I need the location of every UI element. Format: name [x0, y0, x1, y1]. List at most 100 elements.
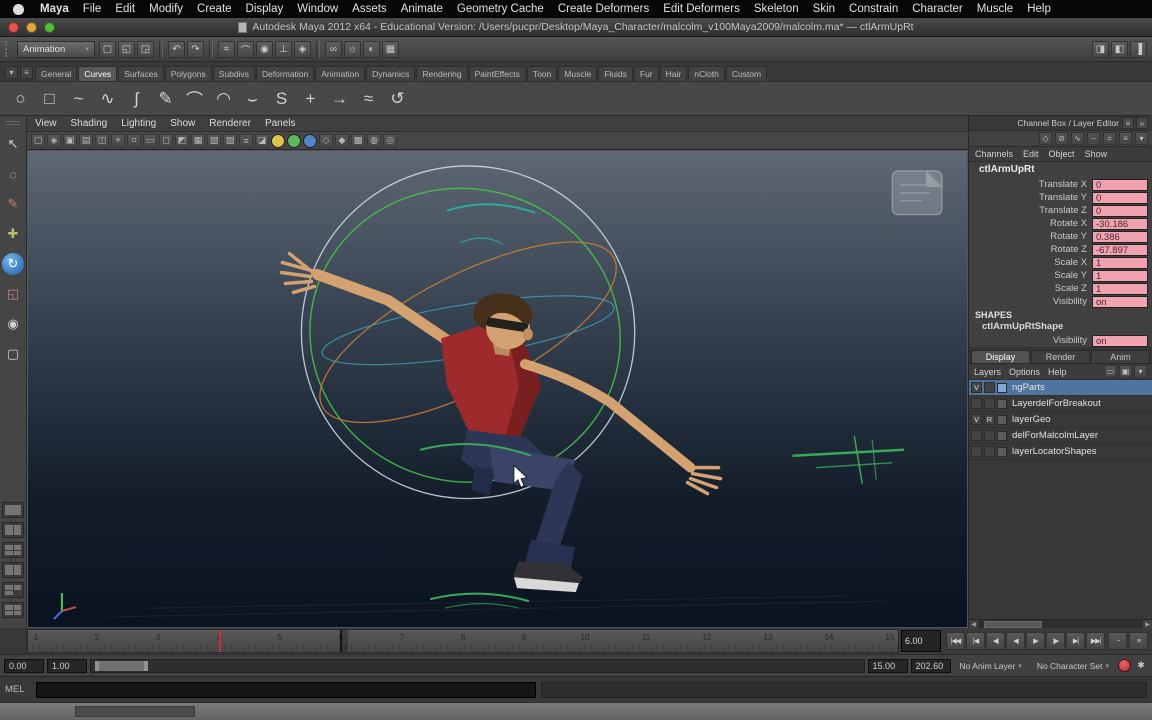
layer-visibility-toggle[interactable]: V [971, 382, 982, 393]
shape-node-name[interactable]: ctlArmUpRtShape [969, 321, 1152, 334]
reverse-curve-tool[interactable]: ↺ [385, 86, 410, 111]
menubar-item-edit-deformers[interactable]: Edit Deformers [656, 3, 747, 15]
shelf-tab-ncloth[interactable]: nCloth [688, 66, 725, 81]
object-details-icon[interactable]: ◪ [255, 133, 269, 148]
layer-color-swatch[interactable] [997, 430, 1007, 441]
snap-plane-icon[interactable]: ⊥ [275, 40, 292, 58]
channel-name[interactable]: Scale X [969, 257, 1092, 268]
ambient-occlusion-icon[interactable] [303, 133, 317, 148]
channel-value[interactable]: -67.897 [1092, 243, 1148, 256]
viewport-menu-lighting[interactable]: Lighting [121, 118, 156, 129]
menubar-item-constrain[interactable]: Constrain [842, 3, 905, 15]
bezier-curve-tool[interactable]: ʃ [124, 86, 149, 111]
channel-box-menu-channels[interactable]: Channels [975, 149, 1013, 159]
layer-display-type-toggle[interactable]: R [984, 414, 995, 425]
shelf-tab-fur[interactable]: Fur [633, 66, 659, 81]
channel-name[interactable]: Translate Y [969, 192, 1092, 203]
menu-set-dropdown[interactable]: Animation ▾ [17, 40, 95, 58]
menubar-item-window[interactable]: Window [290, 3, 345, 15]
make-live-icon[interactable]: ◈ [294, 40, 311, 58]
viewport-menu-shading[interactable]: Shading [71, 118, 108, 129]
play-backwards-button[interactable]: ◀ [1006, 632, 1025, 650]
layer-visibility-toggle[interactable] [971, 398, 982, 409]
channel-value[interactable]: 0 [1092, 191, 1148, 204]
shelf-tab-custom[interactable]: Custom [725, 66, 768, 81]
go-to-start-button[interactable]: |◀◀ [946, 632, 965, 650]
new-scene-icon[interactable]: ▢ [99, 40, 116, 58]
isolate-select-icon[interactable]: ◎ [383, 133, 397, 148]
new-layer-assign-selected-button[interactable]: ▣ [1119, 365, 1132, 378]
channel-medium-speed-icon[interactable]: = [1103, 132, 1116, 145]
wireframe-icon[interactable]: ◇ [319, 133, 333, 148]
attach-curves-tool[interactable]: ⌣ [240, 86, 265, 111]
selected-object-name[interactable]: ctlArmUpRt [969, 162, 1152, 178]
hypergraph-persp-layout-button[interactable] [2, 602, 24, 618]
channel-box-menu-object[interactable]: Object [1049, 149, 1075, 159]
layer-editor-tab-anim[interactable]: Anim [1091, 350, 1150, 363]
shadows-icon[interactable] [287, 133, 301, 148]
pencil-curve-tool[interactable]: ✎ [153, 86, 178, 111]
range-slider-track[interactable] [90, 658, 865, 673]
viewport-menu-renderer[interactable]: Renderer [209, 118, 251, 129]
render-icon[interactable]: ☼ [344, 40, 361, 58]
toolbox-grip[interactable] [6, 121, 20, 125]
layer-display-type-toggle[interactable] [984, 398, 995, 409]
menubar-item-create-deformers[interactable]: Create Deformers [551, 3, 656, 15]
layer-color-swatch[interactable] [997, 382, 1007, 393]
channel-name[interactable]: Visibility [969, 335, 1092, 346]
move-tool-button[interactable]: ✚ [2, 223, 24, 245]
playback-end-field[interactable]: 15.00 [867, 658, 908, 673]
layer-color-swatch[interactable] [997, 446, 1007, 457]
menubar-item-file[interactable]: File [76, 3, 109, 15]
undo-icon[interactable]: ↶ [168, 40, 185, 58]
channel-name[interactable]: Rotate X [969, 218, 1092, 229]
current-time-indicator[interactable] [340, 630, 348, 652]
film-gate-icon[interactable]: ▭ [143, 133, 157, 148]
hud-icon[interactable]: ≡ [239, 133, 253, 148]
single-pane-layout-button[interactable] [2, 502, 24, 518]
layer-row[interactable]: delForMalcolmLayer [969, 428, 1152, 444]
shelf-tab-subdivs[interactable]: Subdivs [212, 66, 255, 81]
lock-camera-icon[interactable]: ◈ [47, 133, 61, 148]
menubar-item-display[interactable]: Display [239, 3, 291, 15]
safe-title-icon[interactable]: ▨ [223, 133, 237, 148]
menubar-item-animate[interactable]: Animate [394, 3, 450, 15]
channel-slow-speed-icon[interactable]: – [1087, 132, 1100, 145]
shelf-tab-surfaces[interactable]: Surfaces [118, 66, 164, 81]
textured-icon[interactable]: ▩ [351, 133, 365, 148]
command-line-language-button[interactable]: MEL [5, 684, 31, 695]
current-time-field[interactable]: 6.00 [901, 630, 941, 652]
layer-visibility-toggle[interactable]: V [971, 414, 982, 425]
tool-settings-toggle[interactable]: ◧ [1111, 40, 1128, 58]
layer-display-type-toggle[interactable] [984, 430, 995, 441]
scale-tool-button[interactable]: ◱ [2, 283, 24, 305]
channel-value[interactable]: 0.386 [1092, 230, 1148, 243]
collapse-panel-icon[interactable]: » [1136, 117, 1148, 129]
shelf-tab-toon[interactable]: Toon [526, 66, 558, 81]
channel-name[interactable]: Scale Y [969, 270, 1092, 281]
layer-list-scrollbar[interactable]: ◀ ▶ [969, 619, 1152, 629]
close-window-button[interactable] [8, 21, 19, 33]
channel-fast-speed-icon[interactable]: ≡ [1119, 132, 1132, 145]
channel-value[interactable]: 1 [1092, 269, 1148, 282]
four-pane-layout-button[interactable] [2, 542, 24, 558]
menubar-item-muscle[interactable]: Muscle [970, 3, 1020, 15]
select-tool-button[interactable]: ↖ [2, 133, 24, 155]
universal-manip-tool-button[interactable]: ◉ [2, 313, 24, 335]
layer-menu-layers[interactable]: Layers [974, 367, 1001, 377]
shelf-tab-deformation[interactable]: Deformation [255, 66, 315, 81]
field-chart-icon[interactable]: ▦ [191, 133, 205, 148]
redo-icon[interactable]: ↷ [187, 40, 204, 58]
animation-start-field[interactable]: 0.00 [4, 658, 44, 673]
camera-attributes-icon[interactable]: ▣ [63, 133, 77, 148]
layer-row[interactable]: VngParts [969, 380, 1152, 396]
new-empty-layer-button[interactable]: ▭ [1104, 365, 1117, 378]
render-settings-icon[interactable]: ▦ [382, 40, 399, 58]
step-back-frame-button[interactable]: |◀ [966, 632, 985, 650]
two-point-arc-tool[interactable]: ⌒ [182, 86, 207, 111]
range-slider-bar[interactable] [94, 660, 149, 671]
layer-editor-tab-display[interactable]: Display [971, 350, 1030, 363]
last-tool-button[interactable]: ▢ [2, 343, 24, 365]
channel-box-toggle[interactable]: ▐ [1130, 40, 1147, 58]
time-slider[interactable]: 123456789101112131415 [27, 629, 899, 653]
